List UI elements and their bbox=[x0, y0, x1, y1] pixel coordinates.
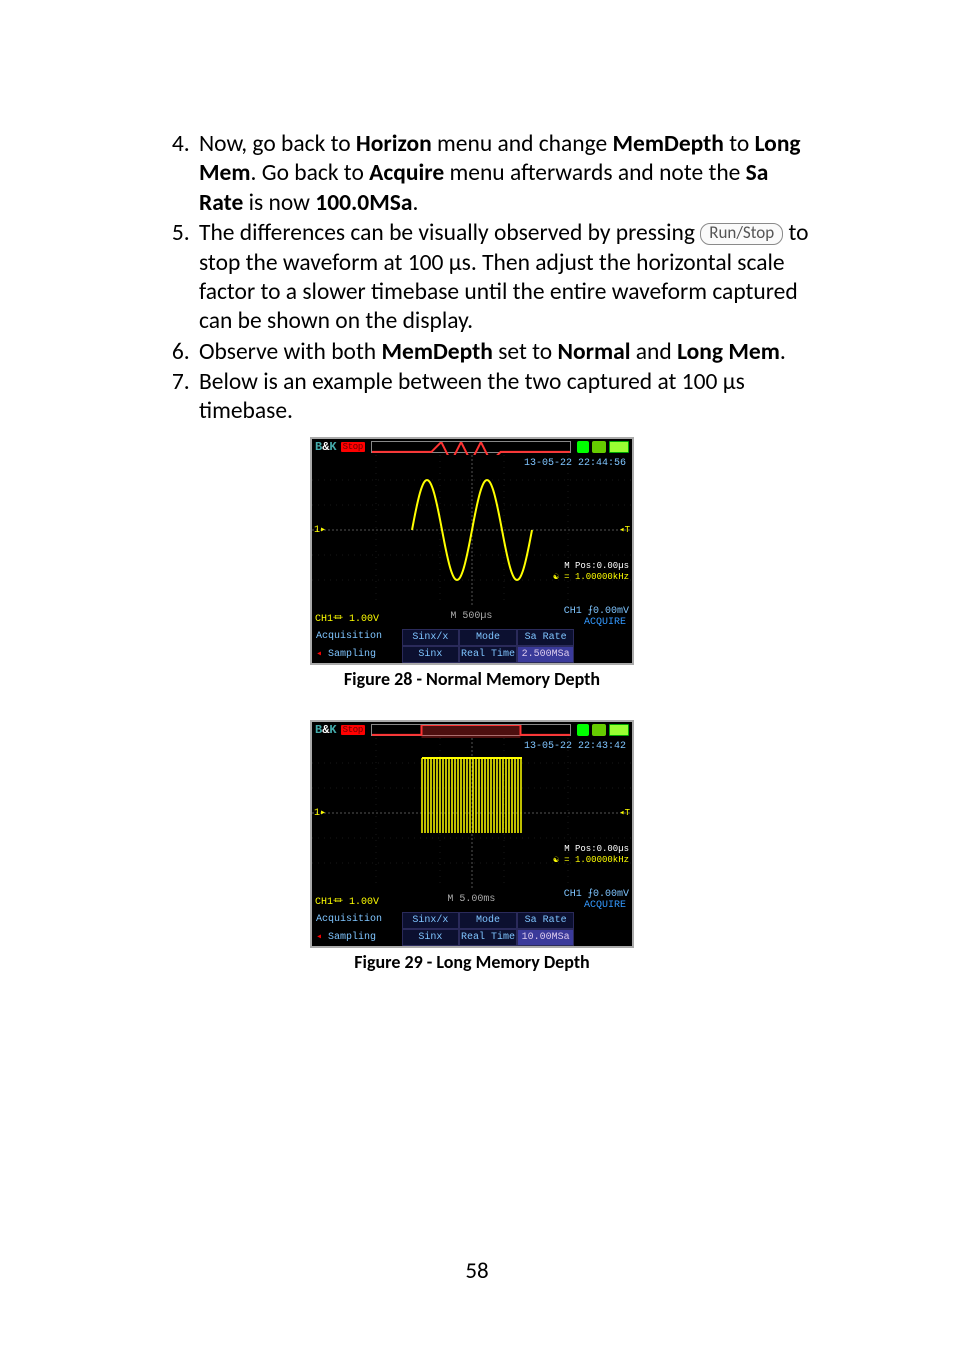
softkey-sarate: Sa Rate bbox=[517, 629, 575, 646]
info-row: CH1⏛ 1.00V M 500µs CH1 ⨍0.00mV ACQUIRE bbox=[312, 605, 632, 629]
instruction-list: Now, go back to Horizon menu and change … bbox=[135, 130, 809, 427]
channel-marker: 1▸ bbox=[314, 807, 326, 819]
softkey-sarate-value: 2.500MSa bbox=[517, 646, 575, 663]
figure-29: B&K Stop bbox=[135, 720, 809, 973]
timebase: M 5.00ms bbox=[447, 894, 495, 905]
trace-preview bbox=[371, 724, 571, 736]
print-icon bbox=[592, 724, 606, 736]
settings-icon bbox=[577, 441, 589, 453]
m-pos: M Pos:0.00µs bbox=[553, 561, 629, 572]
timestamp: 13-05-22 22:44:56 bbox=[524, 458, 626, 469]
softkey-mode: Mode bbox=[459, 629, 517, 646]
channel-setting: CH1⏛ 1.00V bbox=[315, 609, 379, 625]
stop-indicator: Stop bbox=[341, 725, 365, 735]
softkey-sinxx: Sinx/x bbox=[402, 912, 460, 929]
figure-29-caption: Figure 29 - Long Memory Depth bbox=[354, 951, 589, 973]
softkey-sinxx: Sinx/x bbox=[402, 629, 460, 646]
trigger-marker: ◂T bbox=[619, 525, 630, 535]
softkey-sarate-value: 10.00MSa bbox=[517, 929, 575, 946]
position-info: M Pos:0.00µs ☯ = 1.00000kHz bbox=[553, 844, 629, 866]
sampling-label: ◂ Sampling bbox=[312, 646, 402, 663]
channel-setting: CH1⏛ 1.00V bbox=[315, 892, 379, 908]
figure-28: B&K Stop bbox=[135, 437, 809, 690]
position-info: M Pos:0.00µs ☯ = 1.00000kHz bbox=[553, 561, 629, 583]
figure-28-caption: Figure 28 - Normal Memory Depth bbox=[344, 668, 600, 690]
m-pos: M Pos:0.00µs bbox=[553, 844, 629, 855]
oscilloscope-screenshot-normal: B&K Stop bbox=[310, 437, 634, 665]
instruction-step: Observe with both MemDepth set to Normal… bbox=[195, 338, 809, 367]
softkey-row: Acquisition Sinx/x Mode Sa Rate ◂ Sampli… bbox=[312, 629, 632, 663]
softkey-realtime: Real Time bbox=[459, 646, 517, 663]
trigger-marker: ◂T bbox=[619, 808, 630, 818]
run-stop-button-icon: Run/Stop bbox=[700, 223, 783, 245]
print-icon bbox=[592, 441, 606, 453]
stop-indicator: Stop bbox=[341, 442, 365, 452]
oscilloscope-screenshot-long: B&K Stop bbox=[310, 720, 634, 948]
timestamp: 13-05-22 22:43:42 bbox=[524, 741, 626, 752]
instruction-step: The differences can be visually observed… bbox=[195, 219, 809, 337]
waveform-area: 1▸ ◂T 13-05-22 22:43:42 M Pos:0.00µs ☯ =… bbox=[312, 738, 632, 888]
softkey-sarate: Sa Rate bbox=[517, 912, 575, 929]
softkey-row: Acquisition Sinx/x Mode Sa Rate ◂ Sampli… bbox=[312, 912, 632, 946]
scope-header: B&K Stop bbox=[312, 722, 632, 738]
waveform-area: 1▸ ◂T 13-05-22 22:44:56 M Pos:0.00µs ☯ =… bbox=[312, 455, 632, 605]
softkey-sinx: Sinx bbox=[402, 646, 460, 663]
frequency: ☯ = 1.00000kHz bbox=[553, 855, 629, 866]
info-row: CH1⏛ 1.00V M 5.00ms CH1 ⨍0.00mV ACQUIRE bbox=[312, 888, 632, 912]
acquire-label: ACQUIRE bbox=[584, 900, 629, 911]
power-icon bbox=[609, 441, 629, 453]
softkey-sinx: Sinx bbox=[402, 929, 460, 946]
power-icon bbox=[609, 724, 629, 736]
channel-marker: 1▸ bbox=[314, 524, 326, 536]
header-icons bbox=[577, 441, 629, 453]
header-icons bbox=[577, 724, 629, 736]
acquisition-label: Acquisition bbox=[312, 912, 402, 929]
instruction-step: Below is an example between the two capt… bbox=[195, 368, 809, 427]
bk-logo: B&K bbox=[315, 440, 337, 454]
acquire-label: ACQUIRE bbox=[584, 617, 629, 628]
frequency: ☯ = 1.00000kHz bbox=[553, 572, 629, 583]
trigger-info: CH1 ⨍0.00mV ACQUIRE bbox=[564, 889, 629, 911]
softkey-mode: Mode bbox=[459, 912, 517, 929]
trigger-info: CH1 ⨍0.00mV ACQUIRE bbox=[564, 606, 629, 628]
trace-preview bbox=[371, 441, 571, 453]
page-number: 58 bbox=[0, 1257, 954, 1285]
instruction-step: Now, go back to Horizon menu and change … bbox=[195, 130, 809, 218]
softkey-realtime: Real Time bbox=[459, 929, 517, 946]
settings-icon bbox=[577, 724, 589, 736]
timebase: M 500µs bbox=[450, 611, 492, 622]
sampling-label: ◂ Sampling bbox=[312, 929, 402, 946]
bk-logo: B&K bbox=[315, 723, 337, 737]
acquisition-label: Acquisition bbox=[312, 629, 402, 646]
scope-header: B&K Stop bbox=[312, 439, 632, 455]
